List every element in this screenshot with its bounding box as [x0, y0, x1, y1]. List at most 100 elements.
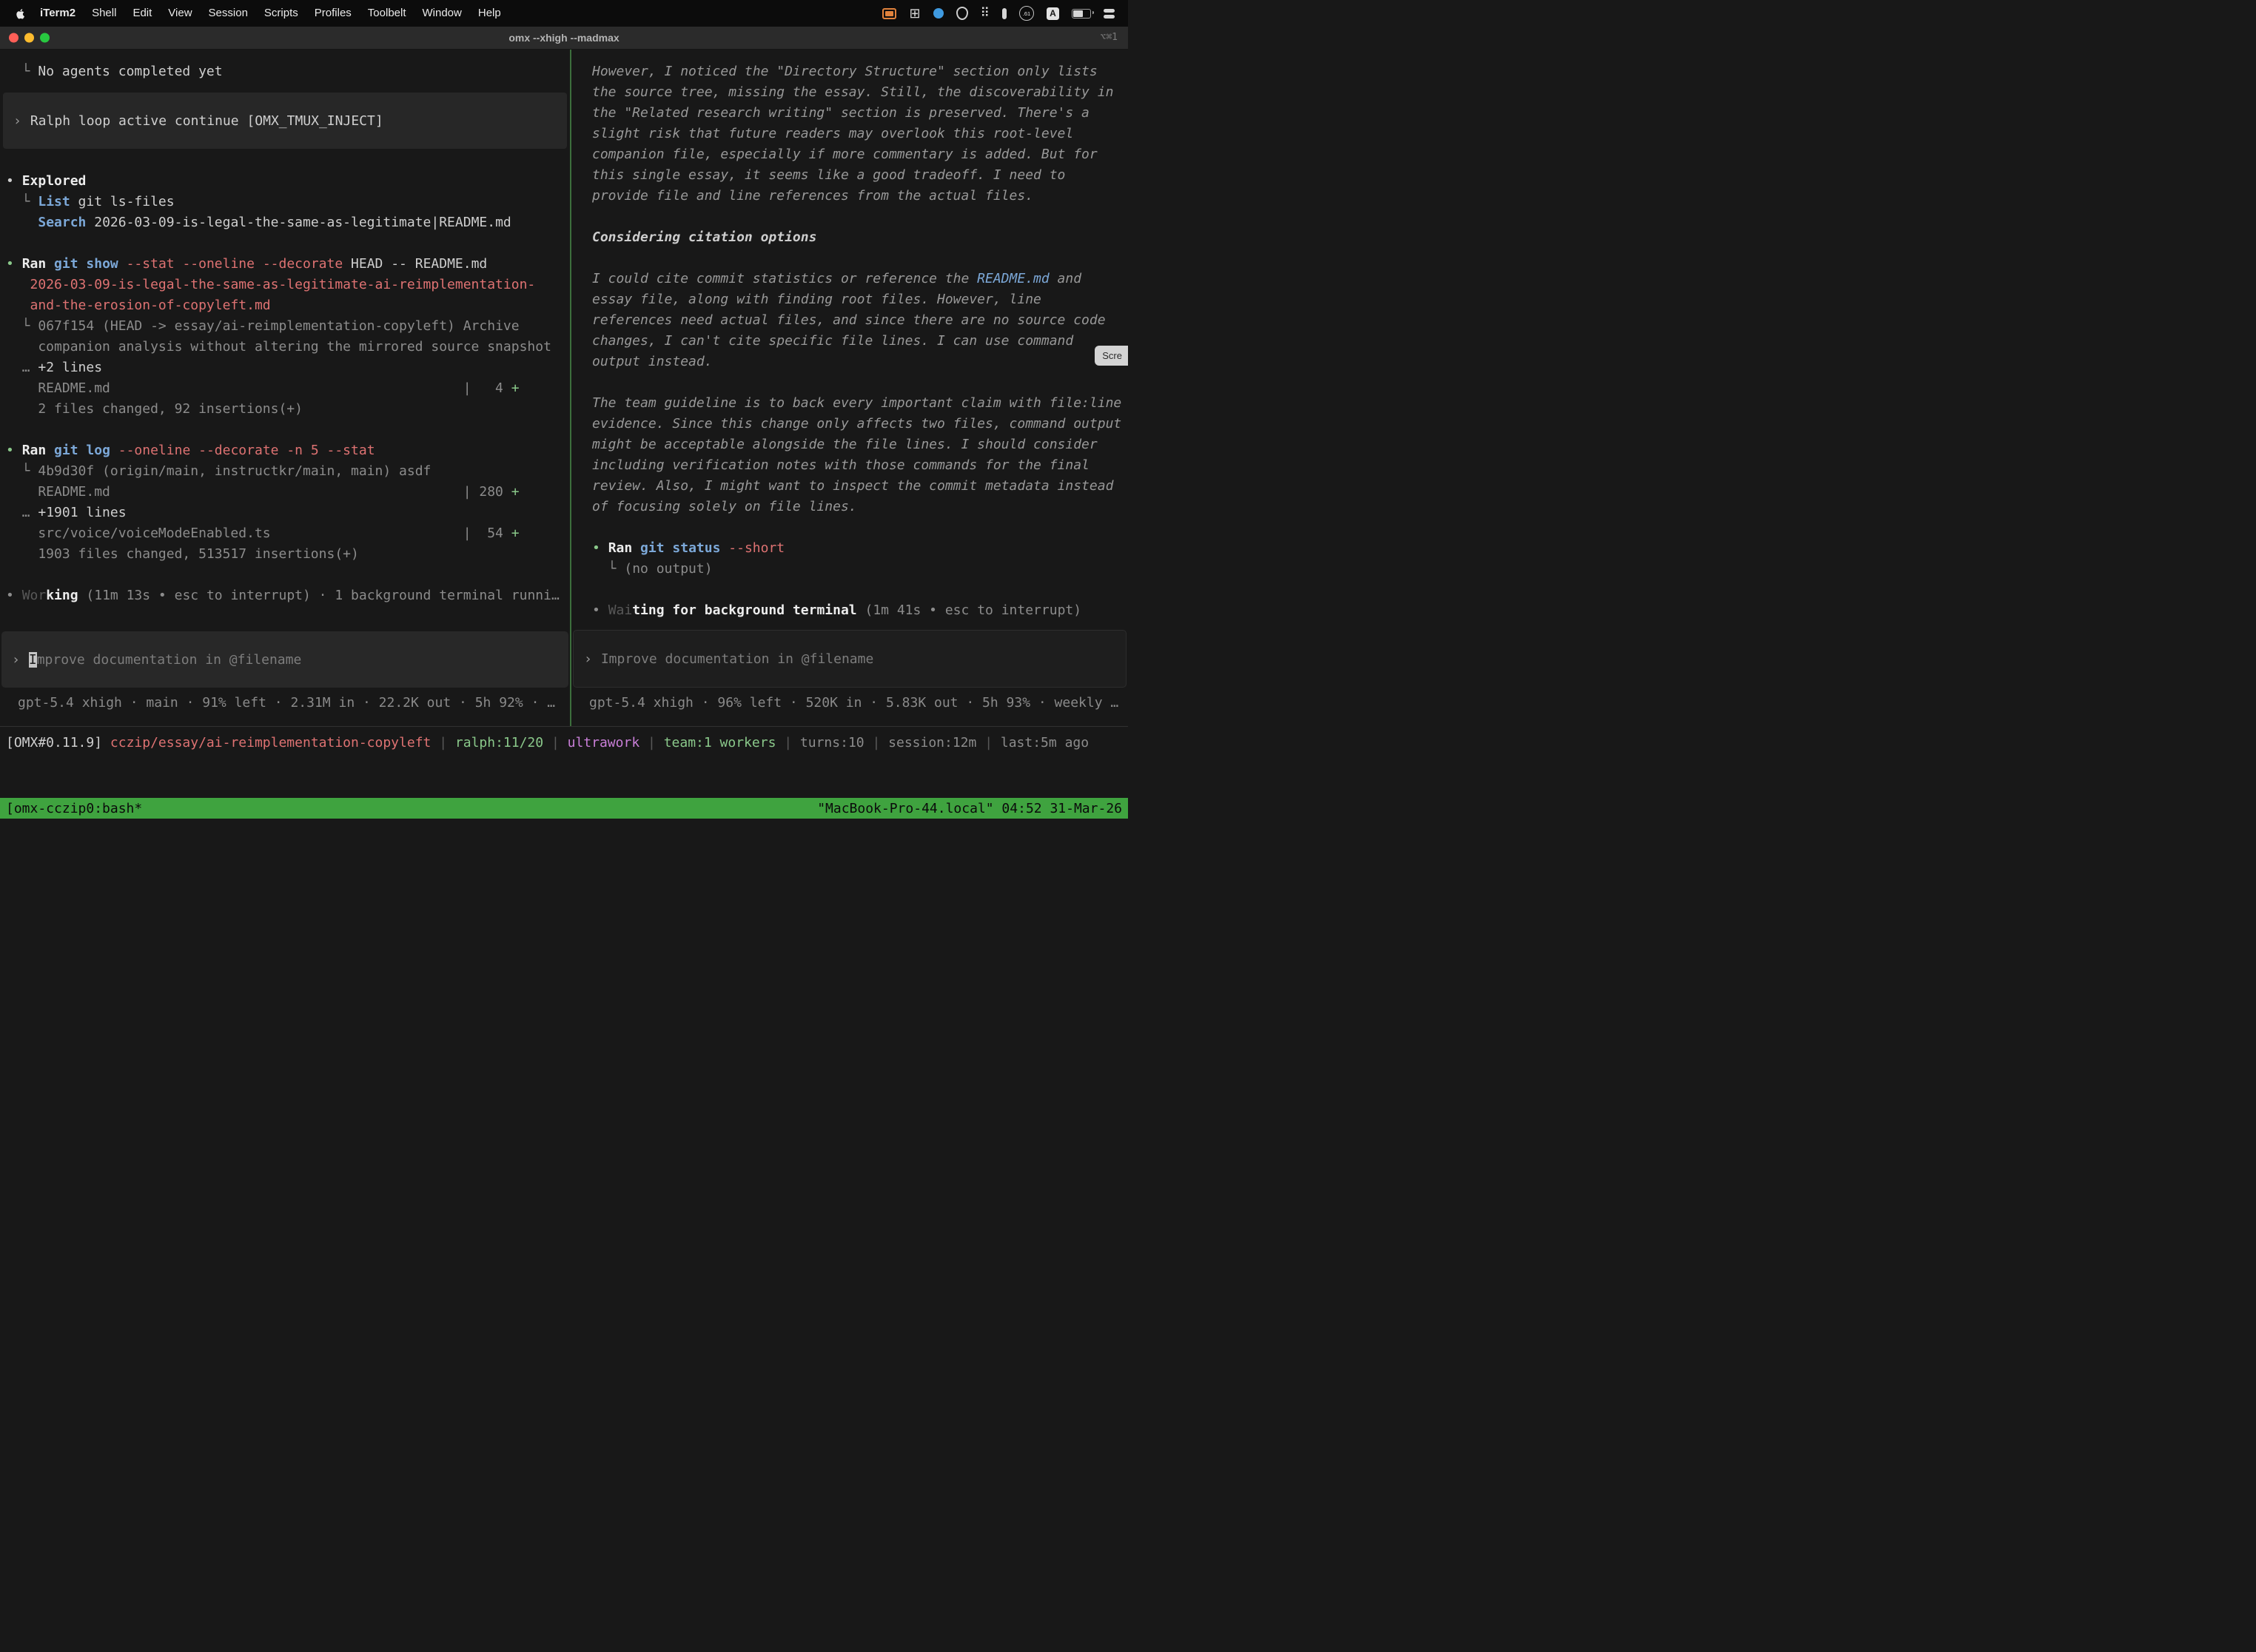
- terminal-line: evidence. Since this change only affects…: [592, 414, 1122, 434]
- menu-item-help[interactable]: Help: [470, 7, 509, 19]
- traffic-lights: [9, 33, 50, 43]
- menu-item-session[interactable]: Session: [201, 7, 256, 19]
- text-segment: +1901 lines: [38, 505, 126, 520]
- window-title: omx --xhigh --madmax: [0, 27, 1128, 49]
- text-segment: this single essay, it seems like a good …: [592, 167, 1065, 183]
- terminal-line: README.md | 280 +: [6, 482, 564, 503]
- text-segment: No agents completed yet: [38, 64, 222, 79]
- text-segment: |: [865, 735, 889, 751]
- text-segment: |: [976, 735, 1001, 751]
- text-segment: +: [511, 380, 520, 396]
- terminal-line: • Waiting for background terminal (1m 41…: [592, 600, 1122, 621]
- text-segment: git status: [640, 540, 720, 556]
- apple-logo-icon: [15, 8, 26, 19]
- text-segment: └: [6, 318, 38, 334]
- menu-item-edit[interactable]: Edit: [124, 7, 160, 19]
- prompt-chevron: ›: [12, 652, 20, 668]
- text-segment: the source tree, missing the essay. Stil…: [592, 84, 1113, 100]
- terminal-line: [592, 206, 1122, 227]
- text-segment: HEAD -- README.md: [343, 256, 487, 272]
- screen-recording-icon[interactable]: [882, 8, 896, 19]
- right-prompt-input[interactable]: › Improve documentation in @filename: [573, 630, 1127, 688]
- text-segment: └: [6, 194, 38, 209]
- text-segment: However, I noticed the "Directory Struct…: [592, 64, 1098, 79]
- bottom-strip: [0, 819, 1128, 826]
- text-segment: 2026-03-09-is-legal-the-same-as-legitima…: [30, 277, 536, 292]
- text-segment: •: [6, 256, 22, 272]
- apple-menu[interactable]: [0, 8, 33, 19]
- text-segment: README.md | 280: [6, 484, 511, 500]
- menu-item-iterm2[interactable]: iTerm2: [33, 7, 84, 19]
- text-segment: src/voice/voiceModeEnabled.ts | 54: [6, 526, 511, 541]
- text-segment: ultrawork: [568, 735, 640, 751]
- text-segment: including verification notes with those …: [592, 457, 1090, 473]
- menu-item-view[interactable]: View: [160, 7, 200, 19]
- text-segment: (11m 13s • esc to interrupt): [78, 588, 311, 603]
- text-segment: •: [592, 602, 608, 618]
- terminal-line: Search 2026-03-09-is-legal-the-same-as-l…: [6, 212, 564, 233]
- terminal-line: • Ran git show --stat --oneline --decora…: [6, 254, 564, 275]
- menu-items: iTerm2ShellEditViewSessionScriptsProfile…: [33, 0, 509, 27]
- text-segment: --stat --oneline --decorate: [127, 256, 343, 272]
- blue-orb-icon[interactable]: [933, 8, 944, 19]
- text-segment: Considering citation options: [592, 229, 816, 245]
- text-segment: review. Also, I might want to inspect th…: [592, 478, 1113, 494]
- text-segment: turns:10: [800, 735, 865, 751]
- window-title-bar[interactable]: omx --xhigh --madmax ⌥⌘1: [0, 27, 1128, 50]
- tmux-status-bar: [omx-cczip0:bash* "MacBook-Pro-44.local"…: [0, 798, 1128, 819]
- key-icon[interactable]: [1002, 8, 1007, 19]
- left-session-status: gpt-5.4 xhigh · main · 91% left · 2.31M …: [0, 688, 570, 726]
- close-button[interactable]: [9, 33, 19, 43]
- control-center-icon[interactable]: [1104, 9, 1115, 13]
- battery-percentage-icon[interactable]: .61: [1019, 6, 1034, 21]
- text-segment: (1m 41s • esc to interrupt): [857, 602, 1081, 618]
- text-segment: the "Related research writing" section i…: [592, 105, 1090, 121]
- terminal-line: companion analysis without altering the …: [6, 337, 564, 357]
- input-source-icon[interactable]: A: [1047, 7, 1059, 20]
- right-pane[interactable]: However, I noticed the "Directory Struct…: [571, 50, 1128, 726]
- terminal-line: README.md | 4 +: [6, 378, 564, 399]
- text-segment: Ran: [22, 443, 54, 458]
- text-segment: |: [431, 735, 455, 751]
- shield-icon[interactable]: [956, 7, 968, 20]
- text-segment: •: [592, 540, 608, 556]
- text-segment: +2 lines: [38, 360, 102, 375]
- terminal-line: • Ran git log --oneline --decorate -n 5 …: [6, 440, 564, 461]
- terminal-line: └ (no output): [592, 559, 1122, 580]
- terminal-line: [592, 580, 1122, 600]
- terminal-line: The team guideline is to back every impo…: [592, 393, 1122, 414]
- text-segment: [6, 215, 38, 230]
- text-segment: --short: [728, 540, 785, 556]
- text-segment: 067f154 (HEAD -> essay/ai-reimplementati…: [38, 318, 519, 334]
- battery-icon[interactable]: [1072, 9, 1091, 19]
- input-placeholder: mprove documentation in @filename: [37, 652, 302, 668]
- terminal-line: companion file, especially if more comme…: [592, 144, 1122, 165]
- banner-text: Ralph loop active continue [OMX_TMUX_INJ…: [30, 113, 383, 129]
- inject-banner: › Ralph loop active continue [OMX_TMUX_I…: [3, 93, 567, 149]
- text-segment: |: [776, 735, 800, 751]
- tmux-panes: └ No agents completed yet › Ralph loop a…: [0, 50, 1128, 726]
- text-segment: 2026-03-09-is-legal-the-same-as-legitima…: [86, 215, 511, 230]
- menu-item-shell[interactable]: Shell: [84, 7, 124, 19]
- input-placeholder: Improve documentation in @filename: [601, 651, 873, 667]
- terminal-line: essay file, along with finding root file…: [592, 289, 1122, 310]
- banner-prompt-chevron: ›: [13, 113, 21, 129]
- text-segment: might be acceptable alongside the file l…: [592, 437, 1098, 452]
- window-tiles-icon[interactable]: ⊞: [909, 6, 920, 21]
- menu-item-window[interactable]: Window: [414, 7, 470, 19]
- dots-grid-icon[interactable]: ⠿: [981, 6, 990, 21]
- screen-share-chip[interactable]: Scre: [1095, 346, 1128, 366]
- text-segment: companion file, especially if more comme…: [592, 147, 1098, 162]
- left-pane[interactable]: └ No agents completed yet › Ralph loop a…: [0, 50, 570, 726]
- text-segment: [118, 256, 127, 272]
- menu-item-profiles[interactable]: Profiles: [306, 7, 360, 19]
- minimize-button[interactable]: [24, 33, 34, 43]
- menu-item-toolbelt[interactable]: Toolbelt: [360, 7, 414, 19]
- text-segment: git ls-files: [70, 194, 175, 209]
- zoom-button[interactable]: [40, 33, 50, 43]
- left-prompt-input[interactable]: › I mprove documentation in @filename: [1, 631, 568, 688]
- text-segment: README.md | 4: [6, 380, 511, 396]
- text-segment: [720, 540, 728, 556]
- menu-item-scripts[interactable]: Scripts: [256, 7, 306, 19]
- desktop: iTerm2ShellEditViewSessionScriptsProfile…: [0, 0, 1128, 826]
